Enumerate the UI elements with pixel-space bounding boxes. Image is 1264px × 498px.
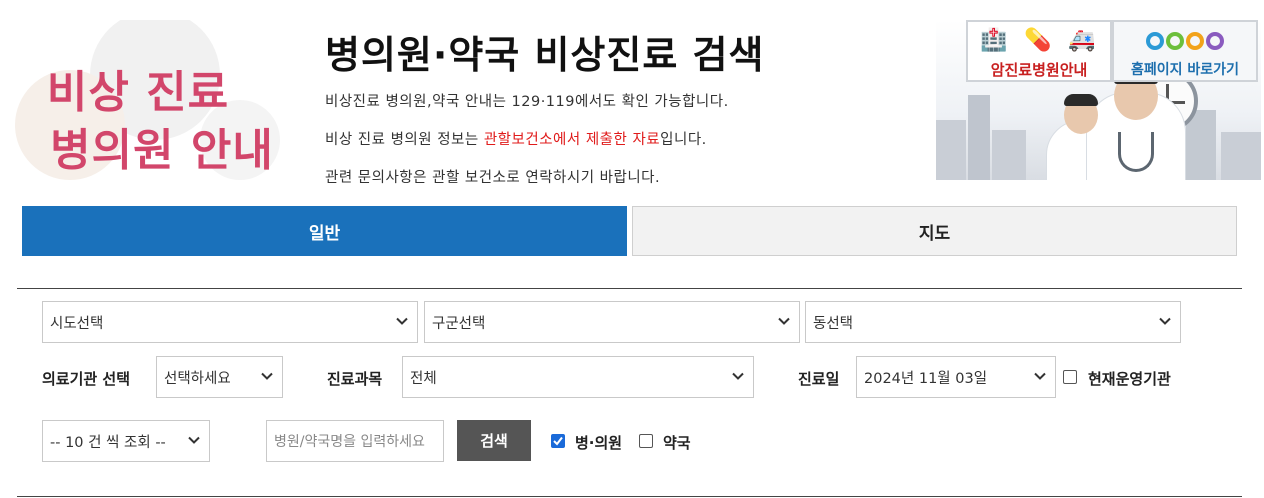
dong-select[interactable]: 동선택 bbox=[805, 301, 1181, 343]
hospital-checkbox-label: 병·의원 bbox=[575, 434, 623, 452]
stethoscope-icon bbox=[1118, 132, 1154, 172]
ambulance-icon: 🚑 bbox=[1068, 28, 1096, 53]
date-label: 진료일 bbox=[798, 370, 840, 388]
institution-label: 의료기관 선택 bbox=[42, 370, 131, 388]
building bbox=[992, 130, 1026, 180]
pharmacy-checkbox-label: 약국 bbox=[663, 434, 691, 452]
chevron-down-icon bbox=[187, 433, 201, 447]
logo-dot bbox=[1166, 32, 1184, 50]
hero-graphic: 비상 진료 병의원 안내 bbox=[0, 20, 305, 190]
chevron-down-icon bbox=[395, 314, 409, 328]
chevron-down-icon bbox=[1033, 369, 1047, 383]
chevron-down-icon bbox=[777, 314, 791, 328]
sido-select-value: 시도선택 bbox=[50, 315, 104, 332]
egen-logo-icon bbox=[1146, 28, 1230, 56]
name-search-placeholder: 병원/약국명을 입력하세요 bbox=[274, 434, 425, 450]
open-now-checkbox[interactable] bbox=[1063, 370, 1077, 384]
search-button[interactable]: 검색 bbox=[457, 420, 531, 461]
hero-text-line2: 병의원 안내 bbox=[50, 125, 274, 176]
page-size-select-value: -- 10 건 씩 조회 -- bbox=[50, 434, 166, 451]
institution-select[interactable]: 선택하세요 bbox=[156, 356, 283, 398]
chevron-down-icon bbox=[260, 369, 274, 383]
building bbox=[936, 120, 966, 180]
building bbox=[968, 95, 990, 180]
logo-dot bbox=[1206, 32, 1224, 50]
cancer-hospital-link-label: 암진료병원안내 bbox=[990, 61, 1088, 79]
dong-select-value: 동선택 bbox=[813, 315, 854, 332]
info-line-phone: 비상진료 병의원,약국 안내는 129·119에서도 확인 가능합니다. bbox=[325, 94, 729, 110]
doctor-hair bbox=[1064, 94, 1098, 106]
homepage-link-label: 홈페이지 바로가기 bbox=[1131, 62, 1239, 78]
logo-dot bbox=[1146, 32, 1164, 50]
gugun-select-value: 구군선택 bbox=[432, 315, 486, 332]
logo-dot bbox=[1186, 32, 1204, 50]
chevron-down-icon bbox=[1158, 314, 1172, 328]
doctor-illustration: 🏥 💊 🚑 암진료병원안내 홈페이지 바로가기 bbox=[936, 20, 1261, 180]
date-select[interactable]: 2024년 11월 03일 bbox=[856, 356, 1056, 398]
chevron-down-icon bbox=[731, 369, 745, 383]
department-select[interactable]: 전체 bbox=[402, 356, 754, 398]
date-select-value: 2024년 11월 03일 bbox=[864, 370, 988, 387]
pharmacy-checkbox[interactable] bbox=[639, 434, 653, 448]
hospital-icon: 🏥 bbox=[980, 28, 1008, 53]
tab-general[interactable]: 일반 bbox=[22, 206, 627, 256]
medicine-icon: 💊 bbox=[1024, 28, 1052, 53]
check-icon bbox=[553, 436, 563, 446]
hero-text-line1: 비상 진료 bbox=[46, 67, 230, 118]
sido-select[interactable]: 시도선택 bbox=[42, 301, 418, 343]
open-now-label: 현재운영기관 bbox=[1088, 370, 1171, 388]
tab-map[interactable]: 지도 bbox=[632, 206, 1237, 256]
building bbox=[1221, 132, 1261, 180]
info-line-contact: 관련 문의사항은 관할 보건소로 연락하시기 바랍니다. bbox=[325, 170, 661, 186]
gugun-select[interactable]: 구군선택 bbox=[424, 301, 800, 343]
emergency-banner: 비상 진료 병의원 안내 병의원·약국 비상진료 검색 비상진료 병의원,약국 … bbox=[0, 0, 1264, 190]
department-label: 진료과목 bbox=[327, 370, 383, 388]
homepage-link[interactable]: 홈페이지 바로가기 bbox=[1112, 20, 1258, 82]
info-source-prefix: 비상 진료 병의원 정보는 bbox=[325, 132, 484, 148]
info-source-highlight: 관할보건소에서 제출한 자료 bbox=[483, 132, 661, 148]
page-size-select[interactable]: -- 10 건 씩 조회 -- bbox=[42, 420, 210, 462]
info-line-source: 비상 진료 병의원 정보는 관할보건소에서 제출한 자료입니다. bbox=[325, 128, 707, 149]
name-search-input[interactable]: 병원/약국명을 입력하세요 bbox=[266, 420, 444, 462]
department-select-value: 전체 bbox=[410, 370, 437, 387]
hospital-checkbox[interactable] bbox=[551, 434, 565, 448]
page-title: 병의원·약국 비상진료 검색 bbox=[325, 33, 765, 77]
institution-select-value: 선택하세요 bbox=[164, 370, 231, 387]
cancer-hospital-link[interactable]: 🏥 💊 🚑 암진료병원안내 bbox=[966, 20, 1112, 82]
info-source-suffix: 입니다. bbox=[660, 132, 707, 148]
hospital-icons: 🏥 💊 🚑 bbox=[968, 26, 1110, 58]
